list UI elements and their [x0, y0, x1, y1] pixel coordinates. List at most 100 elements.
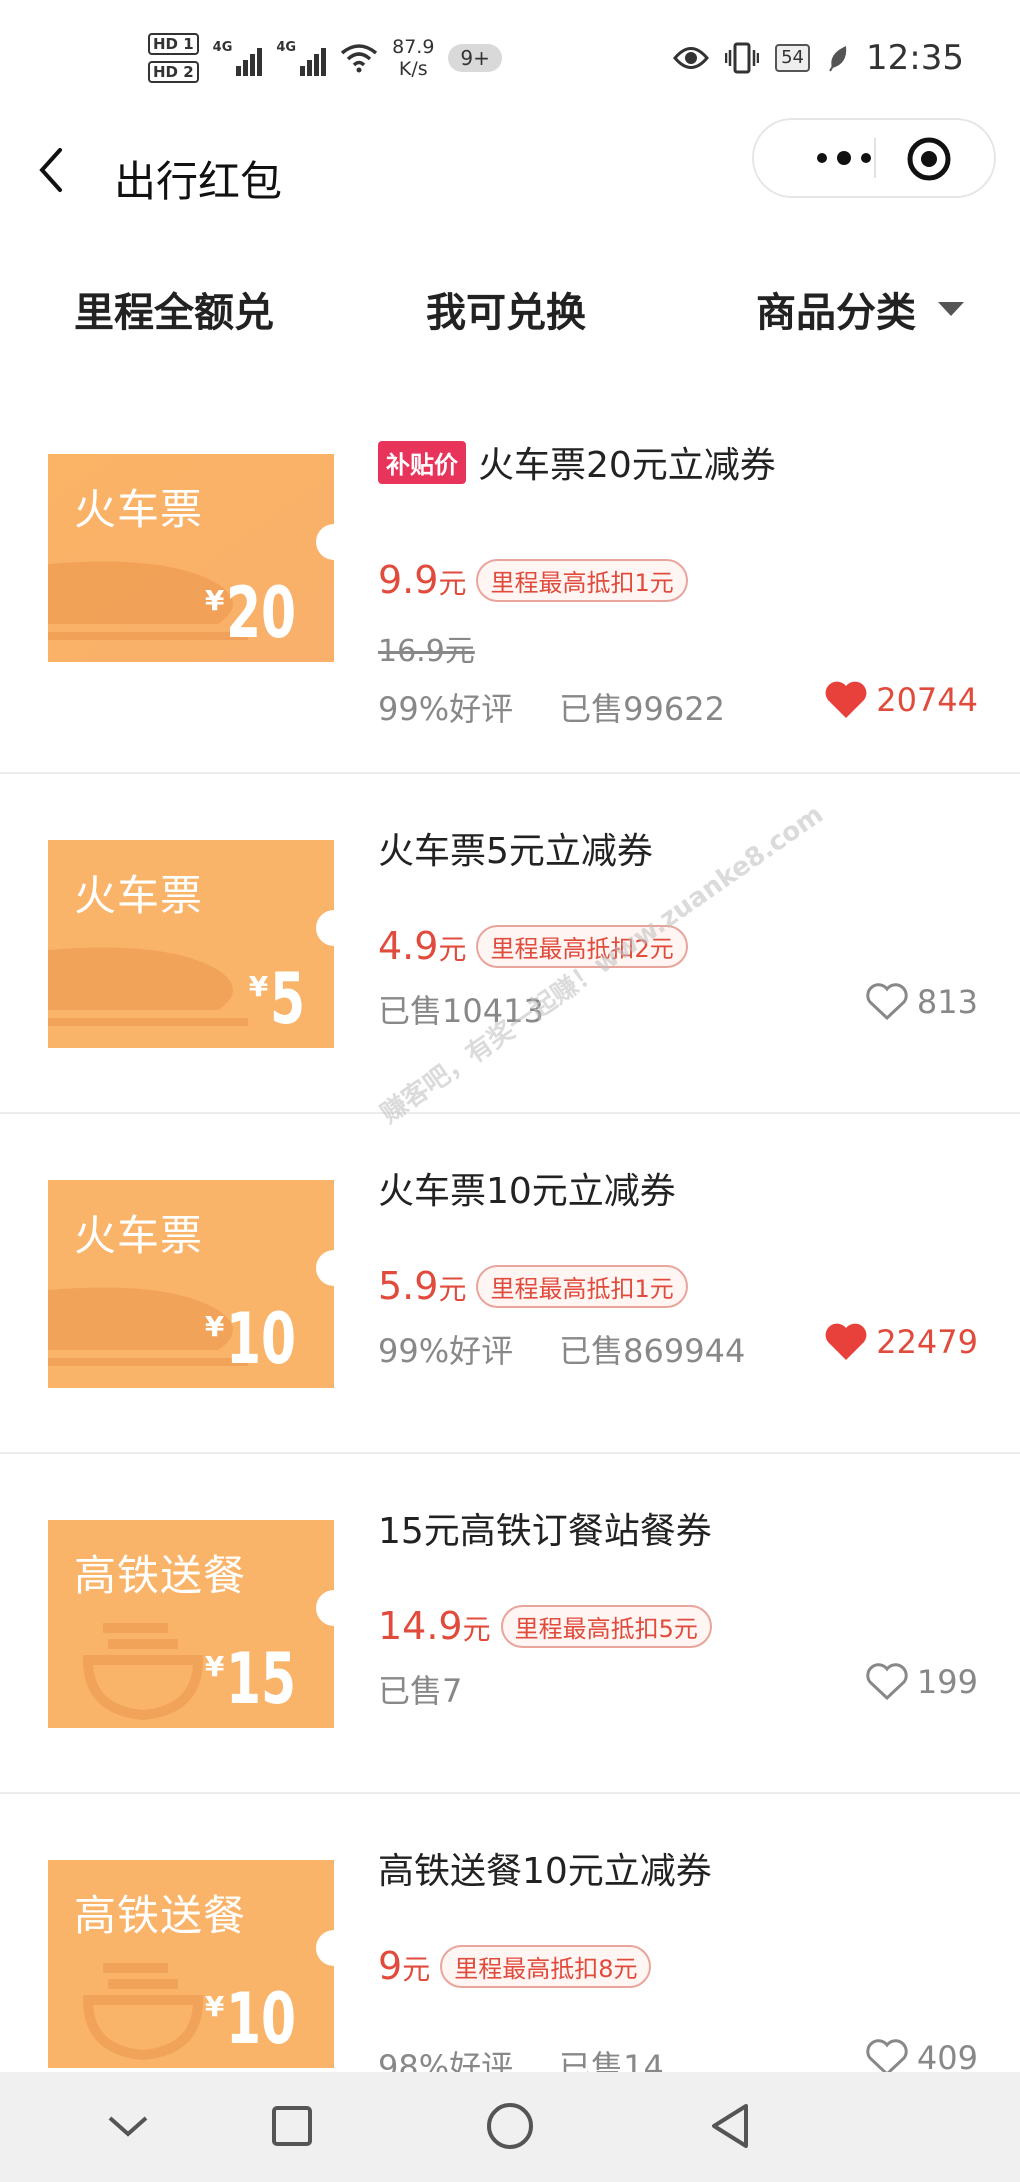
collapse-button[interactable]: [98, 2096, 158, 2156]
heart-outline-icon: [866, 983, 908, 1021]
original-price: 16.9元: [378, 634, 475, 669]
price-unit: 元: [462, 1613, 491, 1646]
tab-full-mileage-label: 里程全额兑: [74, 290, 274, 336]
tab-redeemable-label: 我可兑换: [426, 290, 586, 336]
wifi-icon: [340, 44, 378, 73]
net-speed: 87.9 K/s: [392, 36, 434, 80]
coupon-amount: ¥10: [205, 1304, 314, 1374]
coupon-image: 火车票 ¥10: [48, 1180, 334, 1388]
status-left: HD 1 HD 2 4G 4G 87.9 K/s 9+: [148, 28, 502, 88]
price: 9元: [378, 1944, 430, 1988]
coupon-amount: ¥5: [249, 964, 314, 1034]
list-item[interactable]: 火车票 ¥20 补贴价 火车票20元立减券 9.9元 里程最高抵扣1元 16.9…: [0, 400, 1020, 772]
collapse-icon: [108, 2116, 148, 2137]
heart-filled-icon: [825, 1323, 867, 1360]
price: 4.9元: [378, 924, 466, 968]
mileage-badge: 里程最高抵扣1元: [476, 558, 688, 602]
product-name-row: 补贴价 火车票20元立减券: [378, 436, 776, 488]
tab-category-label: 商品分类: [756, 290, 916, 336]
hd1-badge: HD 1: [148, 33, 199, 55]
eye-icon: [673, 47, 710, 69]
product-name: 15元高铁订餐站餐券: [378, 1511, 712, 1552]
tab-category[interactable]: 商品分类: [756, 280, 964, 338]
sold-count: 已售99622: [559, 690, 725, 728]
home-button[interactable]: [480, 2096, 540, 2156]
coupon-amount-number: 15: [226, 1638, 297, 1720]
product-info: 高铁送餐10元立减券 9元 里程最高抵扣8元 98%好评 已售14 409: [378, 1842, 978, 2072]
like-button[interactable]: 20744: [824, 680, 978, 720]
coupon-yen: ¥: [204, 1990, 225, 2023]
mileage-badge: 里程最高抵扣5元: [500, 1604, 712, 1648]
price: 14.9元: [378, 1604, 491, 1648]
subsidy-badge: 补贴价: [378, 440, 466, 484]
tab-full-mileage[interactable]: 里程全额兑: [74, 280, 274, 338]
signal-1-icon: 4G: [213, 40, 263, 76]
coupon-yen: ¥: [204, 584, 225, 617]
like-count: 199: [916, 1663, 978, 1701]
battery-indicator: 54: [775, 44, 811, 72]
meta-row: 98%好评 已售14: [378, 2042, 664, 2072]
price-row: 14.9元 里程最高抵扣5元: [378, 1604, 712, 1648]
price-value: 9.9: [378, 558, 439, 602]
product-name: 火车票10元立减券: [378, 1171, 676, 1212]
back-button[interactable]: [36, 140, 76, 200]
back-icon: [39, 148, 62, 192]
more-button[interactable]: [784, 120, 904, 196]
product-name: 火车票5元立减券: [378, 831, 653, 872]
tab-redeemable[interactable]: 我可兑换: [426, 280, 586, 338]
coupon-amount: ¥20: [205, 578, 314, 648]
like-count: 813: [916, 983, 978, 1021]
recent-apps-icon: [272, 2106, 312, 2146]
coupon-title: 火车票: [74, 1211, 204, 1260]
rating: 99%好评: [378, 1332, 514, 1370]
back-nav-button[interactable]: [700, 2096, 760, 2156]
product-info: 火车票10元立减券 5.9元 里程最高抵扣1元 99%好评 已售869944 2…: [378, 1162, 978, 1422]
price-unit: 元: [438, 933, 467, 966]
meta-row: 99%好评 已售869944: [378, 1326, 745, 1372]
coupon-image: 火车票 ¥5: [48, 840, 334, 1048]
sold-count: 已售869944: [559, 1332, 746, 1370]
list-item[interactable]: 高铁送餐 ¥15 15元高铁订餐站餐券 14.9元 里程最高抵扣5元 已售7 1…: [0, 1454, 1020, 1792]
price-value: 5.9: [378, 1264, 439, 1308]
coupon-yen: ¥: [248, 970, 269, 1003]
clock: 12:35: [866, 38, 964, 78]
mileage-badge: 里程最高抵扣1元: [476, 1264, 688, 1308]
net1-label: 4G: [212, 40, 233, 55]
like-button[interactable]: 409: [865, 2038, 978, 2072]
list-item[interactable]: 火车票 ¥10 火车票10元立减券 5.9元 里程最高抵扣1元 99%好评 已售…: [0, 1114, 1020, 1452]
signal-2-icon: 4G: [276, 40, 327, 76]
like-count: 22479: [876, 1323, 978, 1361]
coupon-amount-number: 10: [226, 1978, 297, 2060]
coupon-amount-number: 10: [226, 1298, 297, 1380]
like-button[interactable]: 813: [865, 982, 978, 1022]
leaf-icon: [829, 46, 847, 72]
caret-down-icon: [938, 302, 964, 316]
product-name-row: 15元高铁订餐站餐券: [378, 1502, 712, 1554]
price-row: 5.9元 里程最高抵扣1元: [378, 1264, 688, 1308]
mileage-badge: 里程最高抵扣8元: [440, 1944, 652, 1988]
coupon-title: 高铁送餐: [74, 1551, 247, 1600]
product-name-row: 火车票5元立减券: [378, 822, 653, 874]
coupon-amount-number: 20: [226, 572, 297, 654]
miniprogram-capsule: [752, 118, 996, 198]
product-name-row: 火车票10元立减券: [378, 1162, 676, 1214]
close-miniprogram-button[interactable]: [906, 136, 952, 182]
like-button[interactable]: 199: [865, 1662, 978, 1702]
like-count: 409: [916, 2039, 978, 2072]
price-row: 9元 里程最高抵扣8元: [378, 1944, 652, 1988]
vibrate-icon: [725, 42, 760, 74]
price-unit: 元: [438, 1273, 467, 1306]
hd-indicators: HD 1 HD 2: [148, 33, 199, 83]
net2-label: 4G: [276, 40, 297, 55]
list-item[interactable]: 高铁送餐 ¥10 高铁送餐10元立减券 9元 里程最高抵扣8元 98%好评 已售…: [0, 1794, 1020, 2072]
list-item[interactable]: 火车票 ¥5 火车票5元立减券 4.9元 里程最高抵扣2元 已售10413 81…: [0, 774, 1020, 1112]
like-count: 20744: [876, 681, 978, 719]
target-icon: [907, 137, 951, 181]
recent-apps-button[interactable]: [262, 2096, 322, 2156]
coupon-title: 火车票: [74, 871, 204, 920]
rating: 99%好评: [378, 690, 514, 728]
price-value: 9: [378, 1944, 403, 1988]
coupon-image: 火车票 ¥20: [48, 454, 334, 662]
coupon-yen: ¥: [204, 1650, 225, 1683]
like-button[interactable]: 22479: [824, 1322, 978, 1362]
